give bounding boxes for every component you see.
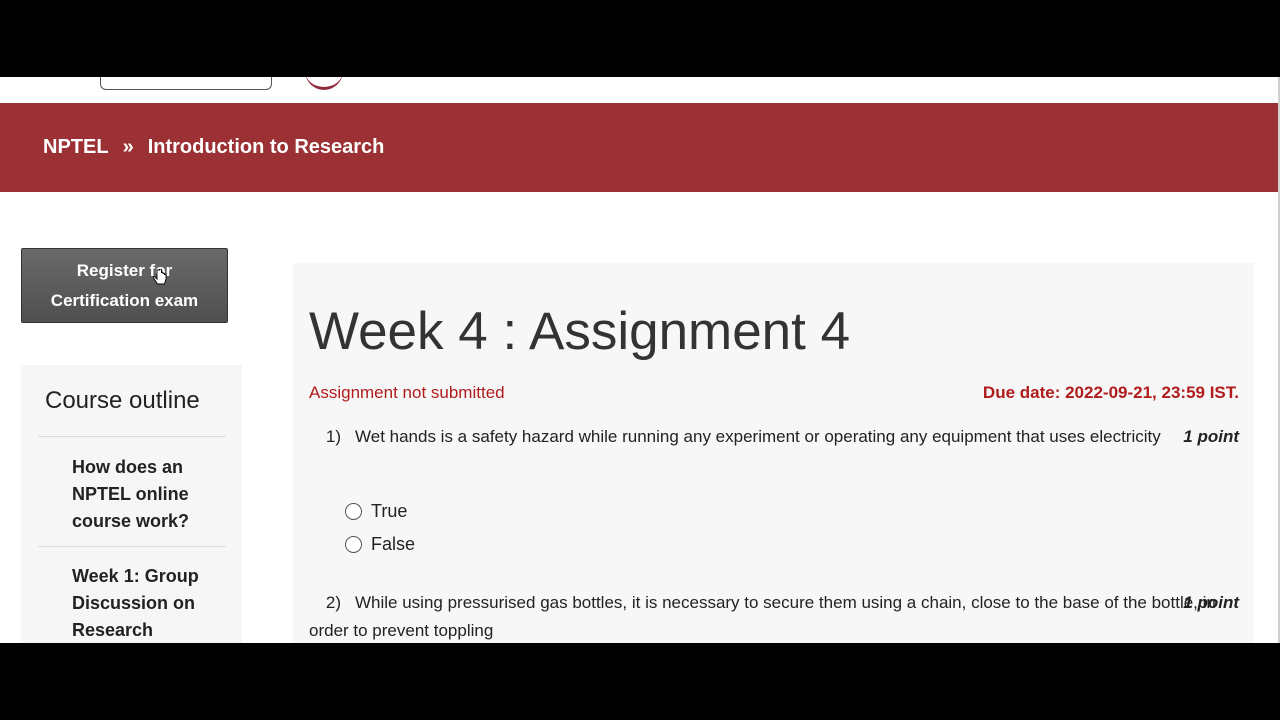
option-false[interactable]: False [345, 534, 415, 555]
radio-button[interactable] [345, 503, 362, 520]
outline-item-how-course-works[interactable]: How does an NPTEL online course work? [72, 454, 222, 535]
breadcrumb-home[interactable]: NPTEL [43, 136, 109, 159]
divider [38, 436, 226, 437]
breadcrumb: NPTEL » Introduction to Research [43, 103, 384, 192]
question-text: Wet hands is a safety hazard while runni… [355, 427, 1161, 446]
divider [38, 546, 226, 547]
assignment-title: Week 4 : Assignment 4 [309, 302, 851, 361]
question-text: While using pressurised gas bottles, it … [309, 593, 1216, 640]
option-true[interactable]: True [345, 501, 407, 522]
institute-logo [305, 77, 343, 90]
course-outline: Course outline How does an NPTEL online … [21, 365, 242, 643]
question-number: 1) [325, 427, 341, 446]
question-points: 1 point [1183, 427, 1239, 446]
outline-title: Course outline [45, 387, 200, 414]
radio-button[interactable] [345, 536, 362, 553]
question-number: 2) [325, 593, 341, 612]
register-button-label: Register for Certification exam [50, 260, 199, 310]
nptel-logo [100, 77, 272, 90]
assignment-panel: Week 4 : Assignment 4 Assignment not sub… [293, 263, 1254, 643]
hand-cursor-icon [153, 269, 167, 285]
breadcrumb-separator: » [122, 136, 134, 158]
outline-item-week1[interactable]: Week 1: Group Discussion on Research [72, 563, 222, 643]
course-banner: NPTEL » Introduction to Research [0, 103, 1278, 192]
browser-viewport: NPTEL » Introduction to Research Registe… [0, 77, 1280, 643]
register-certification-button[interactable]: Register for Certification exam [21, 248, 228, 323]
option-label: False [371, 534, 416, 554]
question-1: 1) Wet hands is a safety hazard while run… [309, 423, 1239, 451]
logo-strip [0, 77, 1278, 103]
due-date: Due date: 2022-09-21, 23:59 IST. [982, 383, 1239, 402]
question-points: 1 point [1183, 593, 1239, 612]
option-label: True [371, 501, 408, 521]
breadcrumb-course[interactable]: Introduction to Research [148, 136, 385, 159]
submission-status: Assignment not submitted [309, 383, 505, 402]
question-2: 2) While using pressurised gas bottles, i… [309, 589, 1239, 643]
